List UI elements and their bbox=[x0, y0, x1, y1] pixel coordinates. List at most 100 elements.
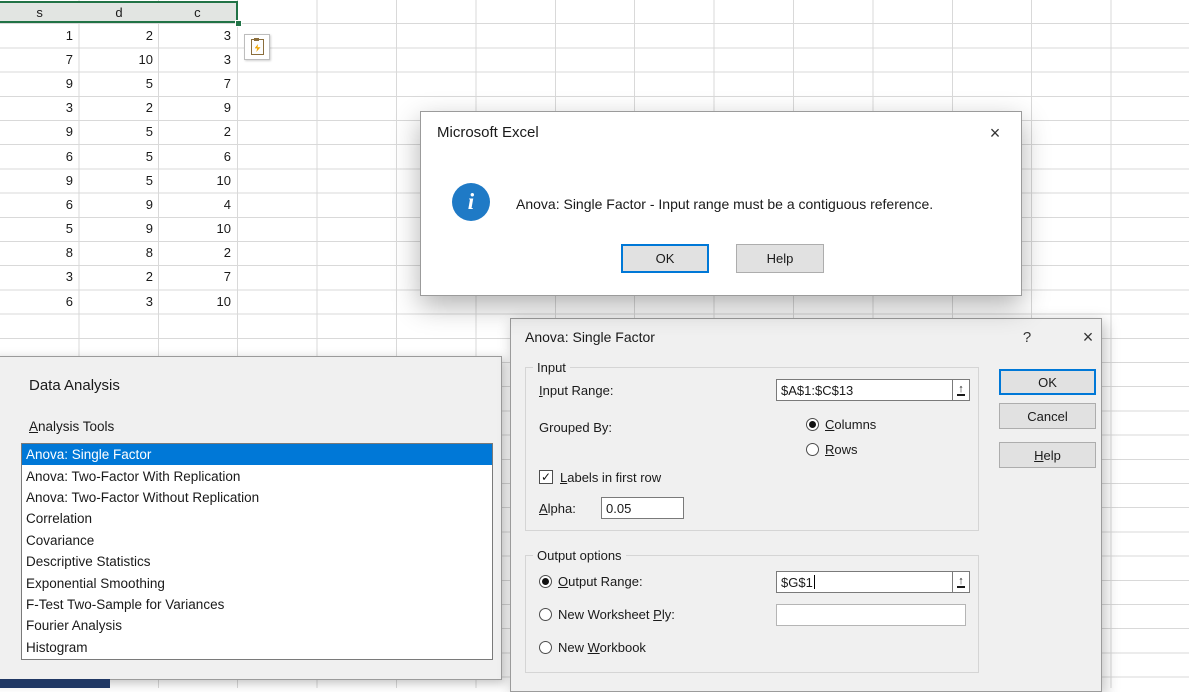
spreadsheet-cell[interactable]: 8 bbox=[80, 241, 160, 265]
help-button[interactable]: Help bbox=[999, 442, 1096, 468]
excel-alert-dialog: Microsoft Excel × i Anova: Single Factor… bbox=[420, 111, 1022, 296]
input-group-legend: Input bbox=[533, 360, 570, 375]
output-options-legend: Output options bbox=[533, 548, 626, 563]
spreadsheet-cell[interactable]: 9 bbox=[0, 168, 80, 192]
spreadsheet-cell[interactable]: 4 bbox=[160, 192, 238, 216]
new-workbook-label[interactable]: New Workbook bbox=[558, 640, 646, 655]
close-icon[interactable]: × bbox=[1073, 325, 1103, 349]
dialog-title: Data Analysis bbox=[29, 377, 120, 394]
column-header-cell[interactable]: s bbox=[0, 3, 79, 21]
selected-header-range[interactable]: sdc bbox=[0, 1, 238, 23]
labels-first-row-checkbox[interactable]: ✓ bbox=[539, 470, 553, 484]
spreadsheet-cell[interactable]: 6 bbox=[0, 144, 80, 168]
spreadsheet-cell[interactable]: 8 bbox=[0, 241, 80, 265]
spreadsheet-cell[interactable]: 3 bbox=[0, 96, 80, 120]
spreadsheet-cell[interactable]: 2 bbox=[80, 96, 160, 120]
spreadsheet-cell[interactable]: 2 bbox=[80, 23, 160, 47]
analysis-tool-item[interactable]: Anova: Single Factor bbox=[22, 444, 492, 466]
spreadsheet-cell[interactable]: 10 bbox=[160, 217, 238, 241]
text-cursor bbox=[813, 575, 815, 589]
output-range-picker-button[interactable]: ↑ bbox=[952, 571, 970, 593]
dialog-help-icon[interactable]: ? bbox=[1013, 325, 1041, 349]
range-picker-icon: ↑ bbox=[957, 383, 965, 396]
spreadsheet-cell[interactable]: 5 bbox=[80, 144, 160, 168]
spreadsheet-cell[interactable]: 9 bbox=[160, 96, 238, 120]
analysis-tool-item[interactable]: Descriptive Statistics bbox=[22, 551, 492, 572]
spreadsheet-cell[interactable]: 5 bbox=[80, 168, 160, 192]
dialog-title: Microsoft Excel bbox=[437, 124, 539, 141]
spreadsheet-cell[interactable]: 5 bbox=[80, 71, 160, 95]
spreadsheet-cell[interactable]: 9 bbox=[80, 192, 160, 216]
analysis-tool-item[interactable]: Anova: Two-Factor Without Replication bbox=[22, 487, 492, 508]
spreadsheet-cell[interactable]: 10 bbox=[160, 168, 238, 192]
analysis-tool-item[interactable]: Exponential Smoothing bbox=[22, 572, 492, 593]
spreadsheet-cell[interactable]: 6 bbox=[0, 192, 80, 216]
new-worksheet-field[interactable] bbox=[776, 604, 966, 626]
new-worksheet-label[interactable]: New Worksheet Ply: bbox=[558, 607, 675, 622]
input-range-picker-button[interactable]: ↑ bbox=[952, 379, 970, 401]
paste-options-button[interactable] bbox=[244, 34, 270, 60]
info-icon: i bbox=[452, 183, 490, 221]
ok-button[interactable]: OK bbox=[621, 244, 709, 273]
sheet-row: 882 bbox=[0, 241, 238, 265]
analysis-tool-item[interactable]: F-Test Two-Sample for Variances bbox=[22, 594, 492, 615]
rows-radio-label[interactable]: Rows bbox=[825, 442, 858, 457]
column-header-cell[interactable]: d bbox=[79, 3, 158, 21]
columns-radio[interactable] bbox=[806, 418, 819, 431]
alert-message: Anova: Single Factor - Input range must … bbox=[516, 196, 934, 212]
spreadsheet-cell[interactable]: 3 bbox=[80, 289, 160, 313]
alpha-label: Alpha: bbox=[539, 501, 576, 516]
analysis-tool-item[interactable]: Correlation bbox=[22, 508, 492, 529]
spreadsheet-cell[interactable]: 6 bbox=[0, 289, 80, 313]
new-workbook-radio[interactable] bbox=[539, 641, 552, 654]
sheet-row: 6 3 10 bbox=[0, 289, 238, 313]
selection-fill-handle[interactable] bbox=[235, 20, 242, 27]
spreadsheet-cell[interactable]: 3 bbox=[0, 265, 80, 289]
spreadsheet-cell[interactable]: 10 bbox=[160, 289, 238, 313]
spreadsheet-cell[interactable]: 1 bbox=[0, 23, 80, 47]
ok-button[interactable]: OK bbox=[999, 369, 1096, 395]
spreadsheet-cell[interactable]: 5 bbox=[80, 120, 160, 144]
spreadsheet-cell[interactable]: 7 bbox=[160, 265, 238, 289]
help-button[interactable]: Help bbox=[736, 244, 824, 273]
spreadsheet-cell[interactable]: 2 bbox=[80, 265, 160, 289]
labels-first-row-label[interactable]: Labels in first row bbox=[560, 470, 661, 485]
output-range-radio[interactable] bbox=[539, 575, 552, 588]
analysis-tool-item[interactable]: Covariance bbox=[22, 530, 492, 551]
sheet-row: 694 bbox=[0, 192, 238, 216]
analysis-tool-item[interactable]: Fourier Analysis bbox=[22, 615, 492, 636]
rows-radio[interactable] bbox=[806, 443, 819, 456]
spreadsheet-cell[interactable]: 7 bbox=[0, 47, 80, 71]
new-worksheet-radio[interactable] bbox=[539, 608, 552, 621]
range-picker-icon: ↑ bbox=[957, 575, 965, 588]
output-range-value: $G$1 bbox=[781, 574, 813, 590]
spreadsheet-cell[interactable]: 3 bbox=[160, 23, 238, 47]
analysis-tools-list[interactable]: Anova: Single Factor Anova: Two-Factor Wi… bbox=[21, 443, 493, 660]
cancel-button[interactable]: Cancel bbox=[999, 403, 1096, 429]
output-range-label[interactable]: Output Range: bbox=[558, 574, 643, 589]
spreadsheet-cell[interactable]: 10 bbox=[80, 47, 160, 71]
spreadsheet-cell[interactable]: 9 bbox=[80, 217, 160, 241]
spreadsheet-cell[interactable]: 5 bbox=[0, 217, 80, 241]
spreadsheet-cell[interactable]: 2 bbox=[160, 120, 238, 144]
lightning-icon bbox=[254, 44, 261, 52]
alpha-field[interactable]: 0.05 bbox=[601, 497, 684, 519]
spreadsheet-cell[interactable]: 7 bbox=[160, 71, 238, 95]
close-icon[interactable]: × bbox=[979, 120, 1011, 146]
spreadsheet-cell[interactable]: 3 bbox=[160, 47, 238, 71]
sheet-row: 952 bbox=[0, 120, 238, 144]
analysis-tool-item[interactable]: Histogram bbox=[22, 637, 492, 658]
spreadsheet-cell[interactable]: 2 bbox=[160, 241, 238, 265]
sheet-row: 329 bbox=[0, 96, 238, 120]
columns-radio-label[interactable]: Columns bbox=[825, 417, 876, 432]
output-range-field[interactable]: $G$1 bbox=[776, 571, 953, 593]
input-range-field[interactable]: $A$1:$C$13 bbox=[776, 379, 953, 401]
analysis-tools-label: Analysis Tools bbox=[29, 419, 115, 434]
spreadsheet-cell[interactable]: 9 bbox=[0, 120, 80, 144]
window-bottom-bar bbox=[0, 679, 110, 688]
spreadsheet-cell[interactable]: 9 bbox=[0, 71, 80, 95]
column-header-cell[interactable]: c bbox=[159, 3, 236, 21]
spreadsheet-cell[interactable]: 6 bbox=[160, 144, 238, 168]
analysis-tool-item[interactable]: Anova: Two-Factor With Replication bbox=[22, 465, 492, 486]
checkmark-icon: ✓ bbox=[540, 470, 552, 484]
